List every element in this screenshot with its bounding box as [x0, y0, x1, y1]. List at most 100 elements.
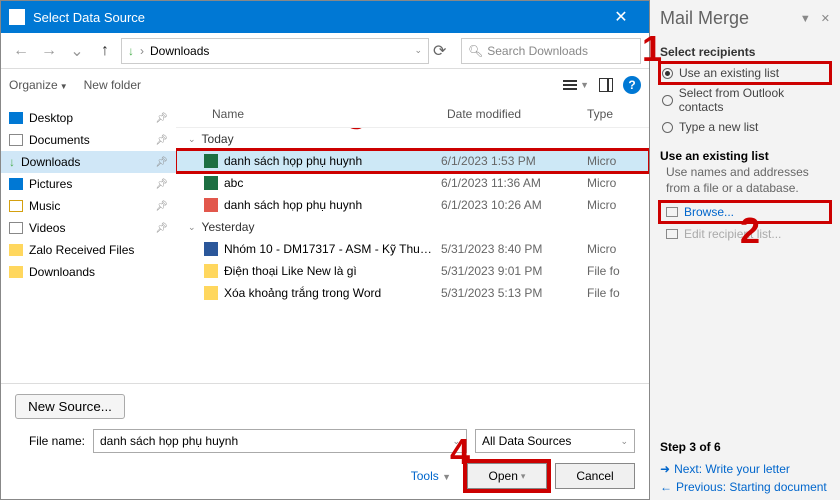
browse-link[interactable]: Browse... — [660, 202, 830, 222]
search-placeholder: Search Downloads — [487, 44, 588, 58]
edit-recipient-link[interactable]: Edit recipient list... — [660, 224, 830, 244]
search-input[interactable]: 🔍︎ Search Downloads — [461, 38, 641, 64]
step-label: Step 3 of 6 — [660, 440, 830, 454]
organize-button[interactable]: Organize▼ — [9, 78, 68, 92]
chevron-right-icon: › — [140, 44, 144, 58]
tools-button[interactable]: Tools ▼ — [411, 469, 451, 483]
help-text: Use names and addresses from a file or a… — [660, 163, 830, 198]
breadcrumb-text: Downloads — [150, 44, 209, 58]
list-icon — [666, 229, 678, 239]
search-icon: 🔍︎ — [468, 44, 483, 58]
file-row[interactable]: abc6/1/2023 11:36 AMMicro — [176, 172, 649, 194]
sidebar-item[interactable]: Desktop📌︎ — [1, 107, 176, 129]
refresh-button[interactable]: ⟳ — [433, 41, 457, 61]
file-group-header[interactable]: ⌄Yesterday — [176, 216, 649, 238]
dialog-title: Select Data Source — [33, 10, 601, 25]
help-button[interactable]: ? — [623, 76, 641, 94]
file-dialog: Select Data Source ✕ ← → ⌄ ↑ ↓ › Downloa… — [0, 0, 650, 500]
view-button[interactable]: ▼ — [563, 80, 589, 90]
filter-select[interactable]: All Data Sources⌄ — [475, 429, 635, 453]
chevron-down-icon: ⌄ — [188, 222, 196, 233]
pin-icon: 📌︎ — [155, 113, 168, 124]
file-list: 3 ⌄Todaydanh sách họp phụ huynh6/1/2023 … — [176, 128, 649, 383]
file-icon — [204, 154, 218, 168]
sidebar-item[interactable]: ↓Downloads📌︎ — [1, 151, 176, 173]
sidebar-item[interactable]: Pictures📌︎ — [1, 173, 176, 195]
folder-icon — [9, 244, 23, 256]
sidebar: Desktop📌︎Documents📌︎↓Downloads📌︎Pictures… — [1, 101, 176, 383]
pin-icon: 📌︎ — [155, 223, 168, 234]
cancel-button[interactable]: Cancel — [555, 463, 635, 489]
file-row[interactable]: Điện thoại Like New là gì5/31/2023 9:01 … — [176, 260, 649, 282]
content-area: Desktop📌︎Documents📌︎↓Downloads📌︎Pictures… — [1, 101, 649, 383]
arrow-left-icon: ← — [660, 480, 672, 494]
download-icon: ↓ — [128, 44, 134, 58]
radio-option[interactable]: Select from Outlook contacts — [660, 83, 830, 117]
chevron-down-icon[interactable]: ⌄ — [414, 45, 422, 56]
sidebar-item[interactable]: Videos📌︎ — [1, 217, 176, 239]
folder-icon — [9, 266, 23, 278]
col-date[interactable]: Date modified — [447, 107, 587, 121]
sidebar-item[interactable]: Downloands — [1, 261, 176, 283]
sidebar-item[interactable]: Documents📌︎ — [1, 129, 176, 151]
radio-icon — [662, 122, 673, 133]
file-row[interactable]: danh sách họp phụ huynh6/1/2023 10:26 AM… — [176, 194, 649, 216]
folder-icon — [9, 112, 23, 124]
sidebar-item[interactable]: Music📌︎ — [1, 195, 176, 217]
filename-label: File name: — [15, 434, 85, 448]
new-source-button[interactable]: New Source... — [15, 394, 125, 419]
mail-merge-panel: 1 2 Mail Merge ▼ ✕ Select recipients Use… — [650, 0, 840, 500]
folder-icon — [9, 200, 23, 212]
download-icon: ↓ — [9, 155, 15, 169]
titlebar: Select Data Source ✕ — [1, 1, 649, 33]
pin-icon: 📌︎ — [155, 135, 168, 146]
panel-title: Mail Merge — [660, 8, 749, 29]
back-button[interactable]: ← — [9, 39, 33, 63]
file-icon — [204, 286, 218, 300]
existing-list-heading: Use an existing list — [660, 149, 830, 163]
col-type[interactable]: Type — [587, 107, 637, 121]
file-row[interactable]: danh sách họp phụ huynh6/1/2023 1:53 PMM… — [176, 150, 649, 172]
file-icon — [204, 264, 218, 278]
chevron-down-icon[interactable]: ⌄ — [65, 39, 89, 63]
folder-icon — [9, 178, 23, 190]
new-folder-button[interactable]: New folder — [84, 78, 141, 92]
radio-option[interactable]: Use an existing list — [660, 63, 830, 83]
file-row[interactable]: Nhóm 10 - DM17317 - ASM - Kỹ Thuật p...5… — [176, 238, 649, 260]
panel-header: Mail Merge ▼ ✕ — [660, 4, 830, 39]
radio-option[interactable]: Type a new list — [660, 117, 830, 137]
panel-close-icon[interactable]: ✕ — [821, 12, 830, 25]
file-icon — [204, 242, 218, 256]
file-row[interactable]: Xóa khoảng trắng trong Word5/31/2023 5:1… — [176, 282, 649, 304]
open-button[interactable]: Open ▾ — [467, 463, 547, 489]
radio-icon — [662, 68, 673, 79]
file-group-header[interactable]: ⌄Today — [176, 128, 649, 150]
pin-icon: 📌︎ — [155, 157, 168, 168]
app-icon — [9, 9, 25, 25]
pin-icon: 📌︎ — [155, 201, 168, 212]
next-step-link[interactable]: ➜ Next: Write your letter — [660, 460, 830, 478]
col-name[interactable]: Name — [188, 107, 447, 121]
up-button[interactable]: ↑ — [93, 39, 117, 63]
preview-button[interactable] — [599, 78, 613, 92]
chevron-down-icon: ⌄ — [188, 134, 196, 145]
file-area: Name Date modified Type 3 ⌄Todaydanh sác… — [176, 101, 649, 383]
pin-icon: 📌︎ — [155, 179, 168, 190]
recipients-heading: Select recipients — [660, 45, 830, 59]
filename-input[interactable]: danh sách họp phụ huynh⌄ — [93, 429, 467, 453]
close-icon[interactable]: ✕ — [601, 7, 641, 27]
prev-step-link[interactable]: ← Previous: Starting document — [660, 478, 830, 496]
folder-icon — [9, 134, 23, 146]
radio-group: Use an existing listSelect from Outlook … — [660, 63, 830, 137]
file-icon — [204, 176, 218, 190]
toolbar: Organize▼ New folder ▼ ? — [1, 69, 649, 101]
sidebar-item[interactable]: Zalo Received Files — [1, 239, 176, 261]
file-header: Name Date modified Type — [176, 101, 649, 128]
folder-icon — [9, 222, 23, 234]
radio-icon — [662, 95, 673, 106]
arrow-right-icon: ➜ — [660, 462, 670, 476]
breadcrumb[interactable]: ↓ › Downloads ⌄ — [121, 38, 429, 64]
file-icon — [204, 198, 218, 212]
chevron-down-icon[interactable]: ▼ — [800, 13, 811, 25]
forward-button[interactable]: → — [37, 39, 61, 63]
